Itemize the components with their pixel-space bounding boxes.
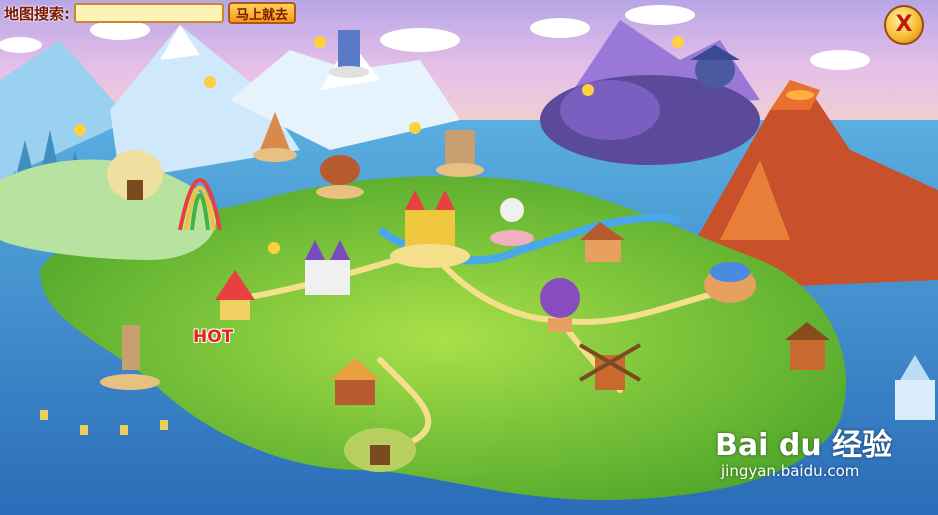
close-icon: X <box>895 12 913 37</box>
watermark-brand-text: Bai du 经验 <box>715 428 893 463</box>
watermark: Bai du 经验 jingyan.baidu.com <box>715 430 892 481</box>
dome-icon[interactable] <box>704 262 756 303</box>
dome-house-icon[interactable] <box>344 428 416 472</box>
map-search-bar: 地图搜索: 马上就去 <box>0 0 297 26</box>
igloo-icon[interactable] <box>107 150 163 200</box>
world-map: 地图搜索: 马上就去 X HOT Bai du 经验 jingyan.baidu… <box>0 0 938 515</box>
go-button[interactable]: 马上就去 <box>228 2 297 24</box>
watermark-url: jingyan.baidu.com <box>721 462 860 480</box>
search-input[interactable] <box>74 3 224 23</box>
hot-badge: HOT <box>193 327 234 347</box>
close-button[interactable]: X <box>884 5 924 45</box>
watermark-brand: Bai du 经验 <box>715 430 892 462</box>
search-label: 地图搜索: <box>4 4 70 23</box>
volcano-icon <box>786 90 814 100</box>
